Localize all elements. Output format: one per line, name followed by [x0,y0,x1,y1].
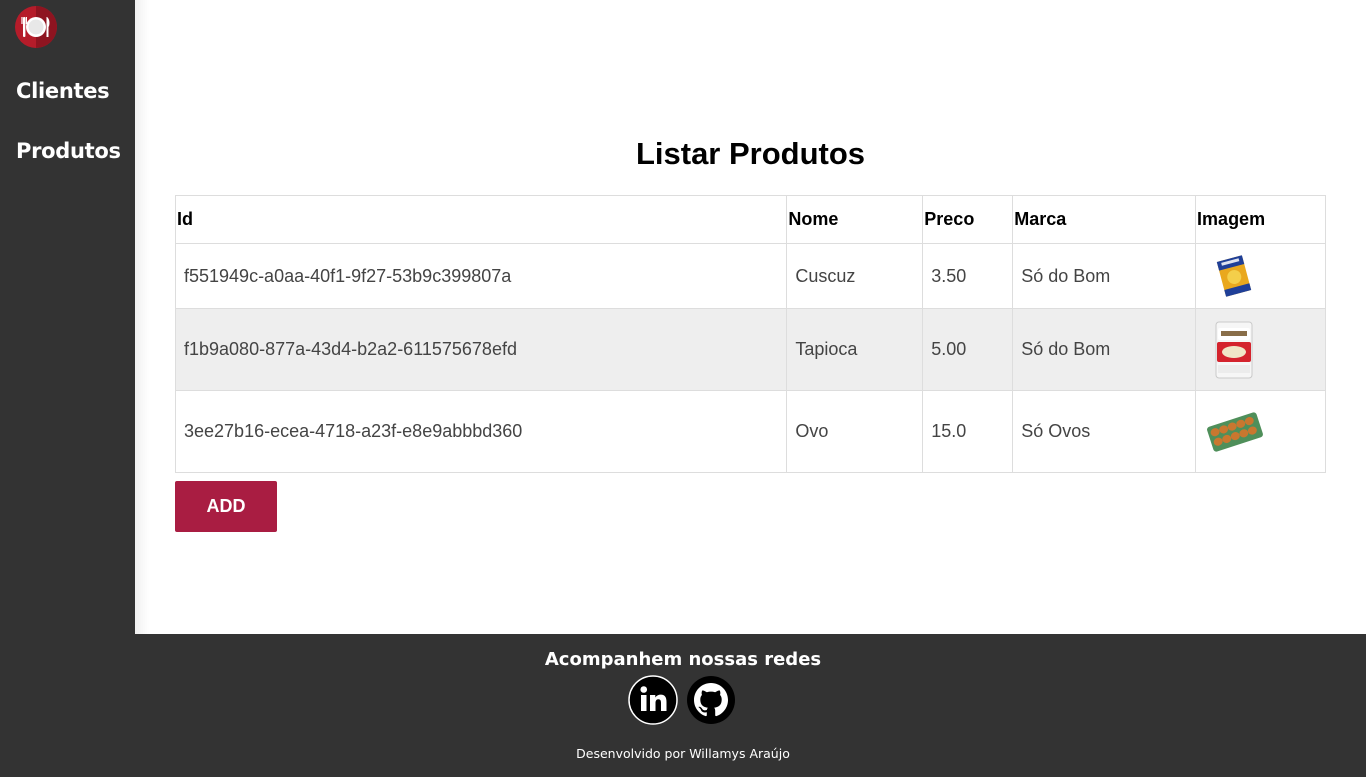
column-header-preco: Preco [922,195,1014,244]
nav-produtos[interactable]: Produtos [16,139,121,163]
cell-imagem [1195,308,1326,391]
tapioca-package-image [1215,321,1253,378]
content-edge-shadow [135,0,149,634]
restaurant-plate-icon[interactable] [15,6,57,48]
column-header-id: Id [174,195,788,244]
nav-clientes[interactable]: Clientes [16,79,110,103]
table-row[interactable]: f551949c-a0aa-40f1-9f27-53b9c399807a Cus… [174,243,1326,309]
cell-nome: Cuscuz [786,243,924,309]
column-header-imagem: Imagem [1195,195,1326,244]
footer: Acompanhem nossas redes Desenvolvido por… [0,634,1366,777]
cell-nome: Ovo [786,390,924,473]
cell-marca: Só Ovos [1012,390,1197,473]
cell-id: f551949c-a0aa-40f1-9f27-53b9c399807a [174,243,788,309]
footer-credit: Desenvolvido por Willamys Araújo [576,746,790,761]
cell-nome: Tapioca [786,308,924,391]
cell-id: f1b9a080-877a-43d4-b2a2-611575678efd [174,308,788,391]
egg-tray-image [1207,411,1264,452]
products-table: Id Nome Preco Marca Imagem f551949c-a0aa… [174,195,1326,473]
cell-marca: Só do Bom [1012,243,1197,309]
page-title: Listar Produtos [635,136,866,171]
table-header-row: Id Nome Preco Marca Imagem [174,195,1326,244]
footer-title: Acompanhem nossas redes [544,649,822,670]
table-row[interactable]: f1b9a080-877a-43d4-b2a2-611575678efd Tap… [174,308,1326,391]
cell-preco: 3.50 [922,243,1014,309]
cuscuz-package-image [1216,255,1252,297]
cell-preco: 5.00 [922,308,1014,391]
github-icon[interactable] [686,675,736,725]
add-product-button[interactable]: ADD [175,481,277,532]
cell-marca: Só do Bom [1012,308,1197,391]
cell-id: 3ee27b16-ecea-4718-a23f-e8e9abbbd360 [174,390,788,473]
column-header-nome: Nome [786,195,924,244]
sidebar: Clientes Produtos [0,0,135,634]
cell-preco: 15.0 [922,390,1014,473]
cell-imagem [1195,390,1326,473]
cell-imagem [1195,243,1326,309]
linkedin-icon[interactable] [628,675,678,725]
table-row[interactable]: 3ee27b16-ecea-4718-a23f-e8e9abbbd360 Ovo… [174,390,1326,473]
column-header-marca: Marca [1012,195,1197,244]
